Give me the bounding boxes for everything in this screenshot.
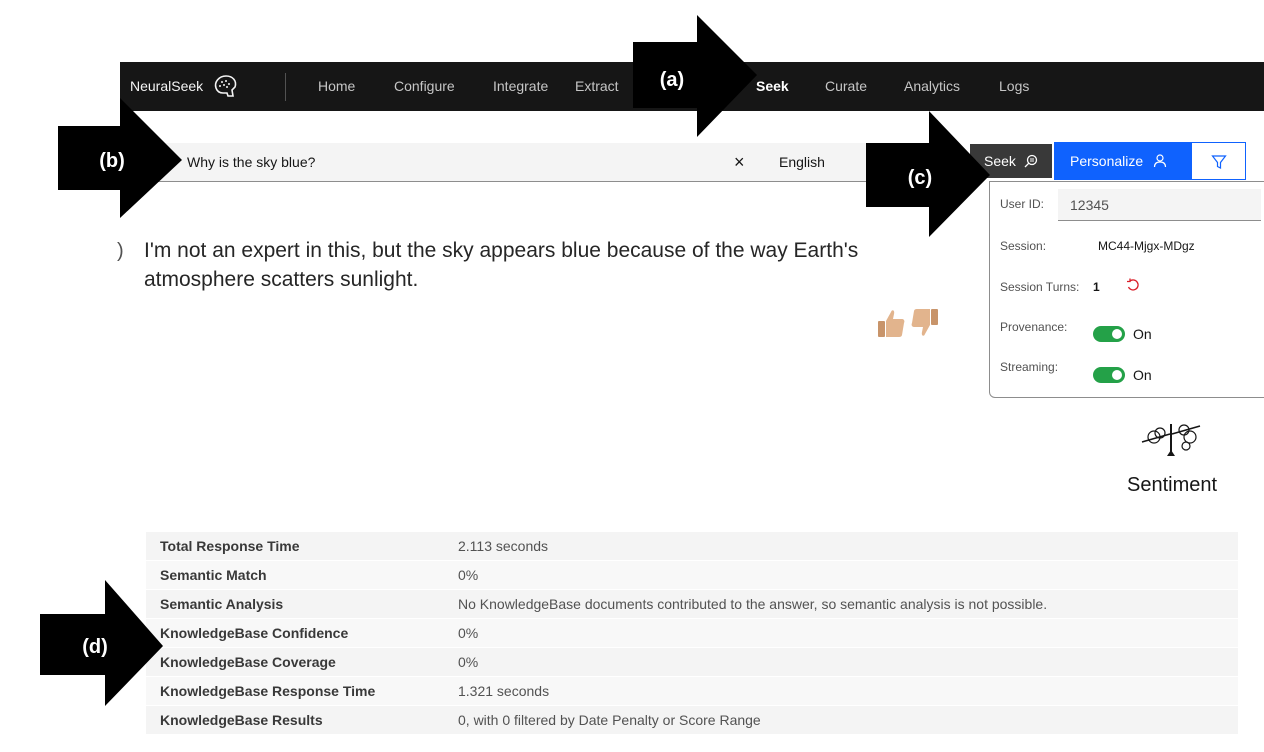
personalize-button-label: Personalize (1070, 153, 1144, 169)
callout-d-arrow: (d) (40, 580, 163, 706)
language-select[interactable]: English (779, 143, 825, 181)
search-icon (1024, 154, 1037, 168)
toggle-knob (1112, 370, 1122, 380)
session-label: Session: (1000, 239, 1047, 253)
clear-icon[interactable]: × (734, 143, 745, 181)
table-row: KnowledgeBase Response Time 1.321 seconds (146, 676, 1238, 706)
nav-logs[interactable]: Logs (999, 62, 1029, 111)
nav-divider (285, 73, 286, 101)
user-id-input[interactable]: 12345 (1058, 189, 1261, 221)
provenance-label: Provenance: (1000, 320, 1068, 334)
user-id-label: User ID: (1000, 197, 1045, 211)
session-turns-label: Session Turns: (1000, 280, 1080, 294)
toggle-knob (1112, 329, 1122, 339)
stat-value: 0% (444, 618, 1238, 648)
nav-integrate[interactable]: Integrate (493, 62, 548, 111)
stat-value: 2.113 seconds (444, 532, 1238, 561)
answer-text: I'm not an expert in this, but the sky a… (144, 239, 859, 291)
personalize-button[interactable]: Personalize (1054, 142, 1191, 180)
stat-key: Total Response Time (146, 532, 444, 561)
thumbs-up-icon[interactable] (876, 306, 906, 340)
stat-key: Semantic Analysis (146, 589, 444, 619)
stat-value: 1.321 seconds (444, 676, 1238, 706)
nav-curate[interactable]: Curate (825, 62, 867, 111)
nav-seek[interactable]: Seek (756, 62, 789, 111)
table-row: KnowledgeBase Results 0, with 0 filtered … (146, 705, 1238, 735)
answer-collapse-icon[interactable]: ) (117, 240, 124, 263)
filter-icon (1211, 155, 1227, 169)
seek-button-label: Seek (984, 153, 1016, 169)
table-row: Semantic Analysis No KnowledgeBase docume… (146, 589, 1238, 619)
streaming-state: On (1133, 367, 1152, 383)
session-value: MC44-Mjgx-MDgz (1098, 239, 1195, 253)
reset-icon[interactable] (1126, 278, 1140, 292)
table-row: KnowledgeBase Confidence 0% (146, 618, 1238, 648)
stat-key: KnowledgeBase Coverage (146, 647, 444, 677)
stat-value: 0, with 0 filtered by Date Penalty or Sc… (444, 705, 1238, 735)
table-row: Semantic Match 0% (146, 560, 1238, 590)
stat-value: 0% (444, 560, 1238, 590)
question-input[interactable]: Why is the sky blue? × English (120, 143, 960, 182)
provenance-toggle[interactable] (1093, 326, 1125, 342)
stat-key: KnowledgeBase Results (146, 705, 444, 735)
table-row: Total Response Time 2.113 seconds (146, 532, 1238, 561)
sentiment-label: Sentiment (1127, 474, 1218, 496)
callout-d-label: (d) (82, 636, 108, 658)
stat-key: Semantic Match (146, 560, 444, 590)
nav-extract[interactable]: Extract (575, 62, 619, 111)
stat-value: No KnowledgeBase documents contributed t… (444, 589, 1238, 619)
stat-value: 0% (444, 647, 1238, 677)
provenance-state: On (1133, 326, 1152, 342)
streaming-label: Streaming: (1000, 360, 1059, 374)
nav-home[interactable]: Home (318, 62, 355, 111)
table-row: KnowledgeBase Coverage 0% (146, 647, 1238, 677)
seek-button[interactable]: Seek (969, 143, 1053, 179)
brand-name[interactable]: NeuralSeek (130, 62, 203, 111)
top-navbar: NeuralSeek Home Configure Integrate Extr… (120, 62, 1264, 111)
thumbs-down-icon[interactable] (910, 306, 940, 340)
nav-analytics[interactable]: Analytics (904, 62, 960, 111)
stat-key: KnowledgeBase Confidence (146, 618, 444, 648)
filter-button[interactable] (1191, 142, 1246, 180)
session-turns-value: 1 (1093, 280, 1100, 294)
nav-configure[interactable]: Configure (394, 62, 455, 111)
user-icon (1153, 154, 1167, 168)
question-text[interactable]: Why is the sky blue? (187, 143, 315, 181)
personalize-panel: User ID: 12345 Session: MC44-Mjgx-MDgz S… (989, 181, 1264, 398)
stat-key: KnowledgeBase Response Time (146, 676, 444, 706)
response-stats-table: Total Response Time 2.113 seconds Semanti… (146, 532, 1238, 735)
brain-logo-icon (214, 75, 237, 97)
sentiment-icon (1141, 424, 1201, 456)
streaming-toggle[interactable] (1093, 367, 1125, 383)
